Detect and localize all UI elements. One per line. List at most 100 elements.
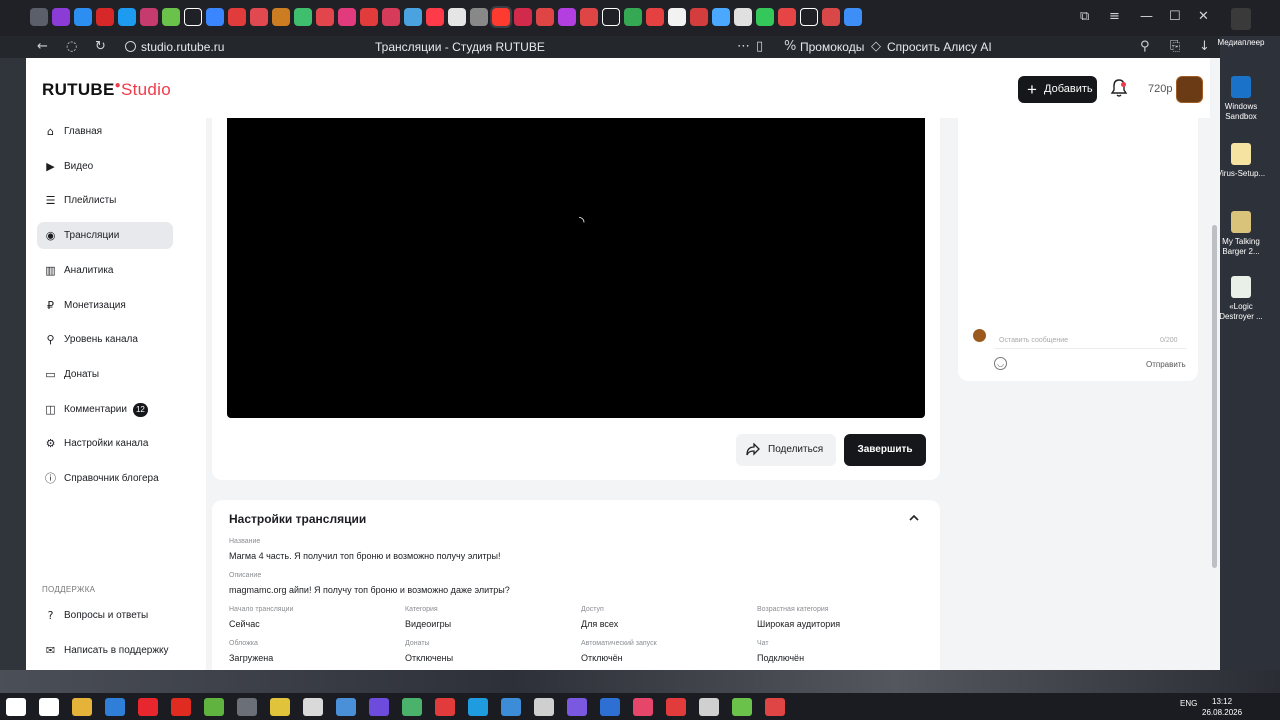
- browser-tab[interactable]: [668, 8, 686, 26]
- taskbar-app-icon[interactable]: [237, 698, 257, 716]
- taskbar-app-icon[interactable]: [138, 698, 158, 716]
- sidebar-item-level[interactable]: ⚲ Уровень канала: [37, 326, 173, 353]
- browser-tab[interactable]: [800, 8, 818, 26]
- taskbar-app-icon[interactable]: [600, 698, 620, 716]
- restore-icon[interactable]: ⧉: [1080, 9, 1089, 24]
- sidebar-item-broadcast[interactable]: ◉ Трансляции: [37, 222, 173, 250]
- url-field[interactable]: studio.rutube.ru: [141, 40, 224, 54]
- browser-tab[interactable]: [514, 8, 532, 26]
- browser-tab[interactable]: [272, 8, 290, 26]
- logo[interactable]: RUTUBE●Studio: [42, 80, 171, 100]
- avatar[interactable]: [1176, 76, 1203, 103]
- finish-button[interactable]: Завершить: [844, 434, 926, 466]
- taskbar-app-icon[interactable]: [402, 698, 422, 716]
- browser-tab[interactable]: [404, 8, 422, 26]
- browser-tab[interactable]: [470, 8, 488, 26]
- browser-tab[interactable]: [822, 8, 840, 26]
- browser-tab[interactable]: [756, 8, 774, 26]
- taskbar-app-icon[interactable]: [732, 698, 752, 716]
- bookmark-icon[interactable]: ▯: [756, 39, 763, 54]
- browser-tab[interactable]: [536, 8, 554, 26]
- browser-tab[interactable]: [316, 8, 334, 26]
- bell-icon[interactable]: [1110, 78, 1128, 98]
- send-button[interactable]: Отправить: [1146, 360, 1186, 369]
- browser-tab[interactable]: [448, 8, 466, 26]
- chevron-up-icon[interactable]: [908, 512, 920, 524]
- taskbar-app-icon[interactable]: [270, 698, 290, 716]
- taskbar-app-icon[interactable]: [39, 698, 59, 716]
- browser-tab[interactable]: [294, 8, 312, 26]
- taskbar-app-icon[interactable]: [204, 698, 224, 716]
- desktop-shortcut-icon[interactable]: [1231, 276, 1251, 298]
- sidebar-item-video[interactable]: ▶ Видео: [37, 153, 173, 180]
- more-icon[interactable]: ⋯: [737, 39, 750, 54]
- sidebar-item-question[interactable]: ? Вопросы и ответы: [37, 602, 173, 629]
- browser-tab[interactable]: [734, 8, 752, 26]
- browser-tab[interactable]: [74, 8, 92, 26]
- taskbar-app-icon[interactable]: [72, 698, 92, 716]
- browser-tab[interactable]: [250, 8, 268, 26]
- taskbar-app-icon[interactable]: [501, 698, 521, 716]
- site-settings-icon[interactable]: [125, 41, 136, 52]
- promo-link[interactable]: Промокоды: [800, 40, 864, 54]
- sidebar-item-mail[interactable]: ✉ Написать в поддержку: [37, 637, 173, 664]
- back-icon[interactable]: ←: [37, 39, 48, 54]
- taskbar-app-icon[interactable]: [765, 698, 785, 716]
- taskbar-app-icon[interactable]: [699, 698, 719, 716]
- language-indicator[interactable]: ENG: [1180, 699, 1197, 708]
- extensions-icon[interactable]: ⚲: [1140, 39, 1150, 54]
- desktop-shortcut-icon[interactable]: [1231, 143, 1251, 165]
- minimize-icon[interactable]: —: [1140, 9, 1153, 24]
- browser-tab[interactable]: [162, 8, 180, 26]
- desktop-shortcut-icon[interactable]: [1231, 8, 1251, 30]
- browser-tab[interactable]: [184, 8, 202, 26]
- scrollbar-thumb[interactable]: [1212, 225, 1217, 568]
- sidebar-item-ruble[interactable]: ₽ Монетизация: [37, 292, 173, 319]
- taskbar-app-icon[interactable]: [567, 698, 587, 716]
- taskbar-app-icon[interactable]: [105, 698, 125, 716]
- maximize-icon[interactable]: ☐: [1169, 9, 1181, 24]
- sidebar-item-settings[interactable]: ⚙ Настройки канала: [37, 430, 173, 457]
- browser-tab[interactable]: [206, 8, 224, 26]
- browser-tab[interactable]: [712, 8, 730, 26]
- emoji-icon[interactable]: ◡: [994, 357, 1007, 370]
- browser-tab[interactable]: [558, 8, 576, 26]
- sidebar-item-analytics[interactable]: ▥ Аналитика: [37, 257, 173, 284]
- taskbar-app-icon[interactable]: [369, 698, 389, 716]
- menu-icon[interactable]: ≡: [1109, 9, 1120, 24]
- alisa-button[interactable]: Спросить Алису AI: [887, 40, 992, 54]
- sidebar-item-info[interactable]: ⓘ Справочник блогера: [37, 465, 173, 492]
- browser-tab[interactable]: [690, 8, 708, 26]
- download-icon[interactable]: ↓: [1199, 39, 1210, 54]
- chat-message-input[interactable]: Оставить сообщение: [999, 337, 1185, 344]
- browser-tab[interactable]: [624, 8, 642, 26]
- desktop-shortcut-icon[interactable]: [1231, 211, 1251, 233]
- taskbar-app-icon[interactable]: [666, 698, 686, 716]
- sidebar-item-home[interactable]: ⌂ Главная: [37, 118, 173, 145]
- reload-icon[interactable]: ↻: [95, 39, 106, 54]
- sidebar-item-playlist[interactable]: ☰ Плейлисты: [37, 187, 173, 214]
- browser-tab[interactable]: [602, 8, 620, 26]
- browser-tab[interactable]: [580, 8, 598, 26]
- sidebar-item-comment[interactable]: ◫ Комментарии 12: [37, 396, 173, 423]
- clock[interactable]: 13:12 26.08.2026: [1202, 696, 1242, 718]
- browser-tab[interactable]: [52, 8, 70, 26]
- taskbar-app-icon[interactable]: [171, 698, 191, 716]
- browser-tab[interactable]: [30, 8, 48, 26]
- browser-tab[interactable]: [382, 8, 400, 26]
- collections-icon[interactable]: ⎘: [1170, 39, 1180, 54]
- browser-tab[interactable]: [778, 8, 796, 26]
- shield-icon[interactable]: ◌: [66, 39, 77, 54]
- browser-tab[interactable]: [96, 8, 114, 26]
- browser-tab[interactable]: [338, 8, 356, 26]
- taskbar-app-icon[interactable]: [435, 698, 455, 716]
- browser-tab[interactable]: [118, 8, 136, 26]
- taskbar-app-icon[interactable]: [336, 698, 356, 716]
- browser-tab[interactable]: [360, 8, 378, 26]
- share-button[interactable]: Поделиться: [736, 434, 836, 466]
- video-player[interactable]: ◝: [227, 118, 925, 418]
- taskbar-app-icon[interactable]: [6, 698, 26, 716]
- close-icon[interactable]: ✕: [1198, 9, 1209, 24]
- browser-tab[interactable]: [490, 6, 512, 28]
- taskbar-app-icon[interactable]: [633, 698, 653, 716]
